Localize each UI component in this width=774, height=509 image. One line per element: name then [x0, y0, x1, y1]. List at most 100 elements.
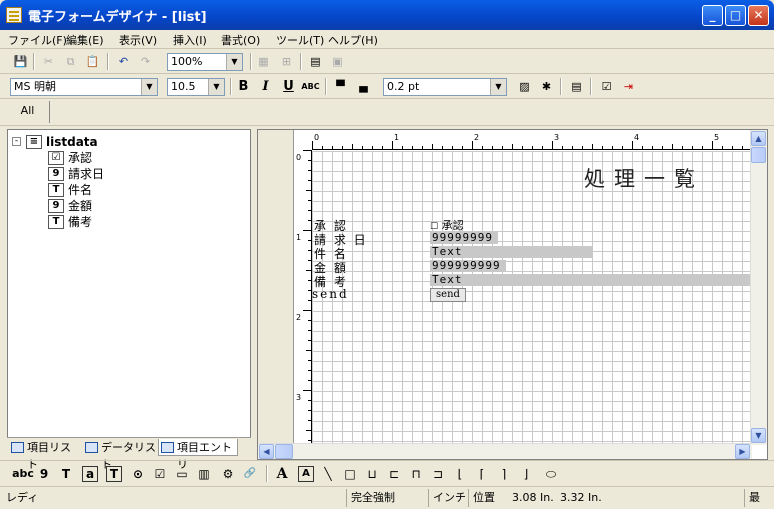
vertical-scroll-thumb[interactable] [751, 147, 766, 163]
status-y: 3.32 In. [560, 491, 602, 504]
menu-view[interactable]: 表示(V) [119, 32, 157, 48]
separator [560, 78, 562, 95]
exit-icon[interactable]: ⇥ [620, 78, 637, 95]
text-tool-icon[interactable]: abc [12, 465, 34, 483]
menu-bar: ファイル(F) 編集(E) 表示(V) 挿入(I) 書式(O) ツール(T) ヘ… [0, 30, 774, 49]
corner-br-icon[interactable]: ⌋ [518, 465, 534, 483]
menu-tools[interactable]: ツール(T) [276, 32, 324, 48]
table-icon[interactable]: ▤ [568, 78, 585, 95]
maximize-button[interactable]: □ [725, 5, 746, 26]
bold-button[interactable]: B [235, 78, 252, 95]
scroll-left-icon[interactable]: ◀ [259, 444, 274, 459]
tree-item[interactable]: 9 金額 [48, 198, 92, 213]
corner-tl-icon[interactable]: ⌈ [474, 465, 490, 483]
zoom-select[interactable]: 100% ▼ [167, 53, 243, 71]
textbox-tool-icon[interactable]: T [106, 466, 122, 482]
tab-item-list[interactable]: 項目リスト [9, 439, 81, 471]
font-tool-icon[interactable]: A [274, 465, 290, 483]
ellipse-tool-icon[interactable]: ⬭ [542, 465, 560, 483]
tree-item[interactable]: ☑ 承認 [48, 150, 92, 165]
menu-edit[interactable]: 編集(E) [66, 32, 104, 48]
subject-field[interactable]: Text [430, 246, 592, 258]
vertical-scrollbar[interactable]: ▲ ▼ [750, 130, 767, 445]
status-state: レディ [6, 491, 39, 504]
bracket-top-icon[interactable]: ⊓ [408, 465, 424, 483]
line-tool-icon[interactable]: ╲ [320, 465, 336, 483]
font-size-select[interactable]: 10.5 ▼ [167, 78, 225, 96]
menu-format[interactable]: 書式(O) [221, 32, 260, 48]
check-icon[interactable]: ☑ [598, 78, 615, 95]
border-icon[interactable]: ▨ [516, 78, 533, 95]
fill-color-icon[interactable]: ▀ [332, 78, 349, 95]
strike-button[interactable]: ABC [301, 78, 319, 95]
wand-icon[interactable]: ✱ [538, 78, 555, 95]
separator [230, 78, 232, 95]
minimize-button[interactable]: _ [702, 5, 723, 26]
preview-icon[interactable]: ▣ [329, 53, 346, 70]
send-button[interactable]: send [430, 288, 466, 302]
chevron-down-icon: ▼ [141, 79, 157, 95]
left-ruler: 0 1 2 3 [294, 150, 312, 445]
rect-tool-icon[interactable]: □ [342, 465, 358, 483]
form-title[interactable]: 処理一覧 [584, 163, 704, 193]
bracket-bottom-icon[interactable]: ⊔ [364, 465, 380, 483]
horizontal-scroll-thumb[interactable] [275, 444, 293, 459]
form-icon[interactable]: ▤ [307, 53, 324, 70]
tab-item-entry[interactable]: 項目エントリ [158, 439, 238, 471]
textfield-tool-icon[interactable]: T [58, 465, 74, 483]
paste-icon[interactable]: 📋 [84, 53, 101, 70]
menu-insert[interactable]: 挿入(I) [173, 32, 207, 48]
underline-button[interactable]: U [280, 78, 297, 95]
tree-item[interactable]: 9 請求日 [48, 166, 104, 181]
scroll-down-icon[interactable]: ▼ [751, 428, 766, 443]
close-button[interactable]: ✕ [748, 5, 769, 26]
scroll-up-icon[interactable]: ▲ [751, 131, 766, 146]
horizontal-scrollbar[interactable]: ◀ ▶ [258, 443, 752, 459]
tree-item[interactable]: T 備考 [48, 214, 92, 229]
italic-button[interactable]: I [257, 78, 274, 95]
cut-icon[interactable]: ✂ [40, 53, 57, 70]
menu-file[interactable]: ファイル(F) [8, 32, 67, 48]
chevron-down-icon: ▼ [208, 79, 224, 95]
line-color-icon[interactable]: ▄ [355, 78, 372, 95]
tab-row: All [0, 99, 774, 126]
scroll-right-icon[interactable]: ▶ [735, 444, 750, 459]
bracket-left-icon[interactable]: ⊏ [386, 465, 402, 483]
barcode-tool-icon[interactable]: ▥ [196, 465, 212, 483]
menu-help[interactable]: ヘルプ(H) [328, 32, 378, 48]
note-field[interactable]: Text [430, 274, 754, 286]
tree-root[interactable]: - ≡ listdata [12, 134, 98, 149]
image-tool-icon[interactable]: ⚙ [220, 465, 236, 483]
redo-icon[interactable]: ↷ [137, 53, 154, 70]
ruler-label: 1 [394, 133, 399, 142]
align-icon[interactable]: ⊞ [278, 53, 295, 70]
ruler-label: 3 [296, 393, 301, 402]
billing-date-field[interactable]: 99999999 [430, 232, 498, 244]
button-tool-icon[interactable]: ▭ [174, 465, 190, 483]
label-tool-icon[interactable]: a [82, 466, 98, 482]
tab-all[interactable]: All [6, 101, 50, 123]
label-send[interactable]: send [312, 287, 349, 301]
tab-data-list[interactable]: データリスト [83, 439, 157, 471]
font-select[interactable]: MS 明朝 ▼ [10, 78, 158, 96]
form-canvas[interactable]: 処理一覧 承 認 請 求 日 件 名 金 額 備 考 send ☐ 承認 999… [312, 151, 754, 445]
corner-bl-icon[interactable]: ⌊ [452, 465, 468, 483]
save-icon[interactable]: 💾 [12, 53, 29, 70]
copy-icon[interactable]: ⧉ [62, 53, 79, 70]
checkbox-tool-icon[interactable]: ☑ [152, 465, 168, 483]
status-x: 3.08 In. [512, 491, 554, 504]
radio-tool-icon[interactable]: ⊙ [130, 465, 146, 483]
amount-field[interactable]: 999999999 [430, 260, 506, 272]
tree-item[interactable]: T 件名 [48, 182, 92, 197]
textframe-tool-icon[interactable]: A [298, 466, 314, 482]
line-width-select[interactable]: 0.2 pt ▼ [383, 78, 507, 96]
bracket-right-icon[interactable]: ⊐ [430, 465, 446, 483]
collapse-icon[interactable]: - [12, 137, 21, 146]
chevron-down-icon: ▼ [226, 54, 242, 70]
number-tool-icon[interactable]: 9 [36, 465, 52, 483]
undo-icon[interactable]: ↶ [115, 53, 132, 70]
grid-icon[interactable]: ▦ [255, 53, 272, 70]
corner-tr-icon[interactable]: ⌉ [496, 465, 512, 483]
link-tool-icon[interactable]: 🔗 [242, 465, 258, 483]
tree-item-label: 請求日 [68, 167, 105, 181]
